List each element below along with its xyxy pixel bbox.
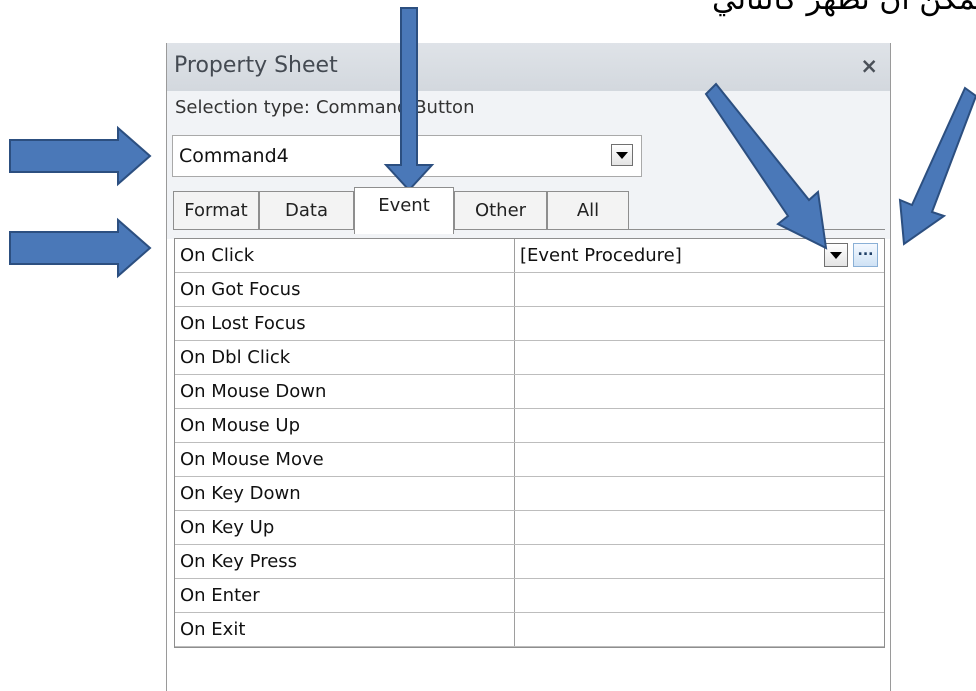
screenshot-stage: ويمكن أن تظهر كالتالي Property Sheet × S… xyxy=(0,0,976,691)
arrow-icon xyxy=(898,86,976,246)
arrow-icon xyxy=(9,217,152,279)
arrow-icon xyxy=(9,125,152,187)
annotation-arrows xyxy=(9,7,976,279)
arrow-icon xyxy=(383,7,435,192)
tab-event[interactable]: Event xyxy=(354,187,454,234)
arrow-icon xyxy=(704,82,828,250)
